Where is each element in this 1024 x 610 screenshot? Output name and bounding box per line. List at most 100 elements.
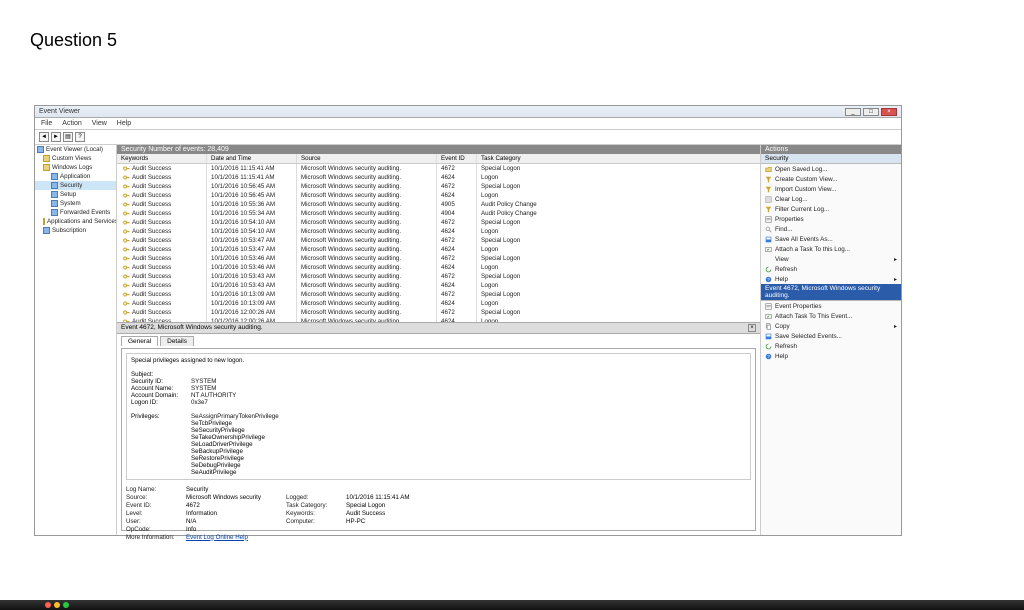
taskcat-label: Task Category: xyxy=(286,502,346,509)
action-item[interactable]: Copy▸ xyxy=(761,321,901,331)
table-row[interactable]: Audit Success10/1/2016 11:15:41 AMMicros… xyxy=(117,164,760,173)
key-icon xyxy=(123,309,130,316)
cell-keywords: Audit Success xyxy=(132,255,171,262)
close-button[interactable]: × xyxy=(881,108,897,116)
grid-header[interactable]: Keywords Date and Time Source Event ID T… xyxy=(117,154,760,164)
moreinfo-link[interactable]: Event Log Online Help xyxy=(186,534,286,541)
menu-file[interactable]: File xyxy=(41,120,52,127)
table-row[interactable]: Audit Success10/1/2016 11:15:41 AMMicros… xyxy=(117,173,760,182)
tab-details[interactable]: Details xyxy=(160,336,194,346)
tree-application[interactable]: Application xyxy=(35,172,116,181)
col-eventid[interactable]: Event ID xyxy=(437,154,477,163)
detail-header[interactable]: Event 4672, Microsoft Windows security a… xyxy=(117,322,760,334)
show-tree-icon[interactable]: ▤ xyxy=(63,132,73,142)
minimize-button[interactable]: _ xyxy=(845,108,861,116)
cell-datetime: 10/1/2016 10:53:46 AM xyxy=(207,263,297,272)
cell-source: Microsoft Windows security auditing. xyxy=(297,191,437,200)
table-row[interactable]: Audit Success10/1/2016 10:54:10 AMMicros… xyxy=(117,218,760,227)
action-view[interactable]: View▸ xyxy=(761,254,901,264)
cell-source: Microsoft Windows security auditing. xyxy=(297,209,437,218)
privilege-item: SeDebugPrivilege xyxy=(191,462,746,469)
table-row[interactable]: Audit Success10/1/2016 10:53:47 AMMicros… xyxy=(117,236,760,245)
forward-icon[interactable]: ► xyxy=(51,132,61,142)
table-row[interactable]: Audit Success10/1/2016 10:53:47 AMMicros… xyxy=(117,245,760,254)
table-row[interactable]: Audit Success10/1/2016 10:55:34 AMMicros… xyxy=(117,209,760,218)
menu-view[interactable]: View xyxy=(92,120,107,127)
cell-eventid: 4672 xyxy=(437,254,477,263)
table-row[interactable]: Audit Success10/1/2016 10:56:45 AMMicros… xyxy=(117,191,760,200)
tree-app-services[interactable]: Applications and Services Lo xyxy=(35,217,116,226)
light-green-icon xyxy=(63,602,69,608)
col-taskcat[interactable]: Task Category xyxy=(477,154,760,163)
menu-action[interactable]: Action xyxy=(62,120,81,127)
tree-forwarded[interactable]: Forwarded Events xyxy=(35,208,116,217)
subject-label: Subject: xyxy=(131,371,746,378)
action-item[interactable]: Import Custom View... xyxy=(761,184,901,194)
cell-taskcat: Audit Policy Change xyxy=(477,200,760,209)
action-item[interactable]: Event Properties xyxy=(761,301,901,311)
action-item[interactable]: Filter Current Log... xyxy=(761,204,901,214)
maximize-button[interactable]: □ xyxy=(863,108,879,116)
action-item[interactable]: Create Custom View... xyxy=(761,174,901,184)
col-keywords[interactable]: Keywords xyxy=(117,154,207,163)
action-item[interactable]: Clear Log... xyxy=(761,194,901,204)
task-icon xyxy=(765,313,772,320)
cell-source: Microsoft Windows security auditing. xyxy=(297,299,437,308)
tree-root[interactable]: Event Viewer (Local) xyxy=(35,145,116,154)
action-item[interactable]: Open Saved Log... xyxy=(761,164,901,174)
table-row[interactable]: Audit Success10/1/2016 12:00:26 AMMicros… xyxy=(117,308,760,317)
cell-eventid: 4672 xyxy=(437,308,477,317)
action-refresh[interactable]: Refresh xyxy=(761,264,901,274)
action-label: Help xyxy=(775,276,788,283)
event-grid[interactable]: Audit Success10/1/2016 11:15:41 AMMicros… xyxy=(117,164,760,322)
action-item[interactable]: Attach a Task To this Log... xyxy=(761,244,901,254)
tree-system[interactable]: System xyxy=(35,199,116,208)
action-item[interactable]: Save All Events As... xyxy=(761,234,901,244)
tree-custom-views[interactable]: Custom Views xyxy=(35,154,116,163)
table-row[interactable]: Audit Success10/1/2016 10:54:10 AMMicros… xyxy=(117,227,760,236)
computer-value: HP-PC xyxy=(346,518,446,525)
menu-help[interactable]: Help xyxy=(117,120,131,127)
key-icon xyxy=(123,255,130,262)
action-item[interactable]: Find... xyxy=(761,224,901,234)
table-row[interactable]: Audit Success10/1/2016 10:13:09 AMMicros… xyxy=(117,290,760,299)
cell-datetime: 10/1/2016 10:54:10 AM xyxy=(207,227,297,236)
tree-windows-logs[interactable]: Windows Logs xyxy=(35,163,116,172)
opcode-value: Info xyxy=(186,526,286,533)
action-item[interactable]: Attach Task To This Event... xyxy=(761,311,901,321)
acct-value: SYSTEM xyxy=(191,385,216,392)
priv-value: SeAssignPrimaryTokenPrivilege xyxy=(191,413,279,420)
table-row[interactable]: Audit Success10/1/2016 10:53:43 AMMicros… xyxy=(117,272,760,281)
titlebar[interactable]: Event Viewer _ □ × xyxy=(35,106,901,118)
tree-security[interactable]: Security xyxy=(35,181,116,190)
folder-open-icon xyxy=(765,166,772,173)
col-datetime[interactable]: Date and Time xyxy=(207,154,297,163)
table-row[interactable]: Audit Success10/1/2016 10:13:09 AMMicros… xyxy=(117,299,760,308)
back-icon[interactable]: ◄ xyxy=(39,132,49,142)
user-label: User: xyxy=(126,518,186,525)
privilege-item: SeAuditPrivilege xyxy=(191,469,746,476)
table-row[interactable]: Audit Success10/1/2016 10:56:45 AMMicros… xyxy=(117,182,760,191)
traffic-lights xyxy=(45,602,69,608)
col-source[interactable]: Source xyxy=(297,154,437,163)
detail-close-button[interactable]: × xyxy=(748,324,756,332)
table-row[interactable]: Audit Success10/1/2016 10:53:46 AMMicros… xyxy=(117,263,760,272)
navigation-tree[interactable]: Event Viewer (Local) Custom Views Window… xyxy=(35,145,117,535)
action-item[interactable]: Refresh xyxy=(761,341,901,351)
tab-general[interactable]: General xyxy=(121,336,158,346)
cell-keywords: Audit Success xyxy=(132,300,171,307)
table-row[interactable]: Audit Success10/1/2016 10:55:36 AMMicros… xyxy=(117,200,760,209)
table-row[interactable]: Audit Success10/1/2016 10:53:43 AMMicros… xyxy=(117,281,760,290)
privilege-item: SeRestorePrivilege xyxy=(191,455,746,462)
tree-setup[interactable]: Setup xyxy=(35,190,116,199)
cell-datetime: 10/1/2016 10:54:10 AM xyxy=(207,218,297,227)
action-help[interactable]: ?Help▸ xyxy=(761,274,901,284)
eventid-value: 4672 xyxy=(186,502,286,509)
folder-icon xyxy=(43,155,50,162)
help-icon[interactable]: ? xyxy=(75,132,85,142)
action-item[interactable]: Save Selected Events... xyxy=(761,331,901,341)
table-row[interactable]: Audit Success10/1/2016 10:53:46 AMMicros… xyxy=(117,254,760,263)
action-item[interactable]: ?Help xyxy=(761,351,901,361)
action-item[interactable]: Properties xyxy=(761,214,901,224)
tree-subscription[interactable]: Subscription xyxy=(35,226,116,235)
